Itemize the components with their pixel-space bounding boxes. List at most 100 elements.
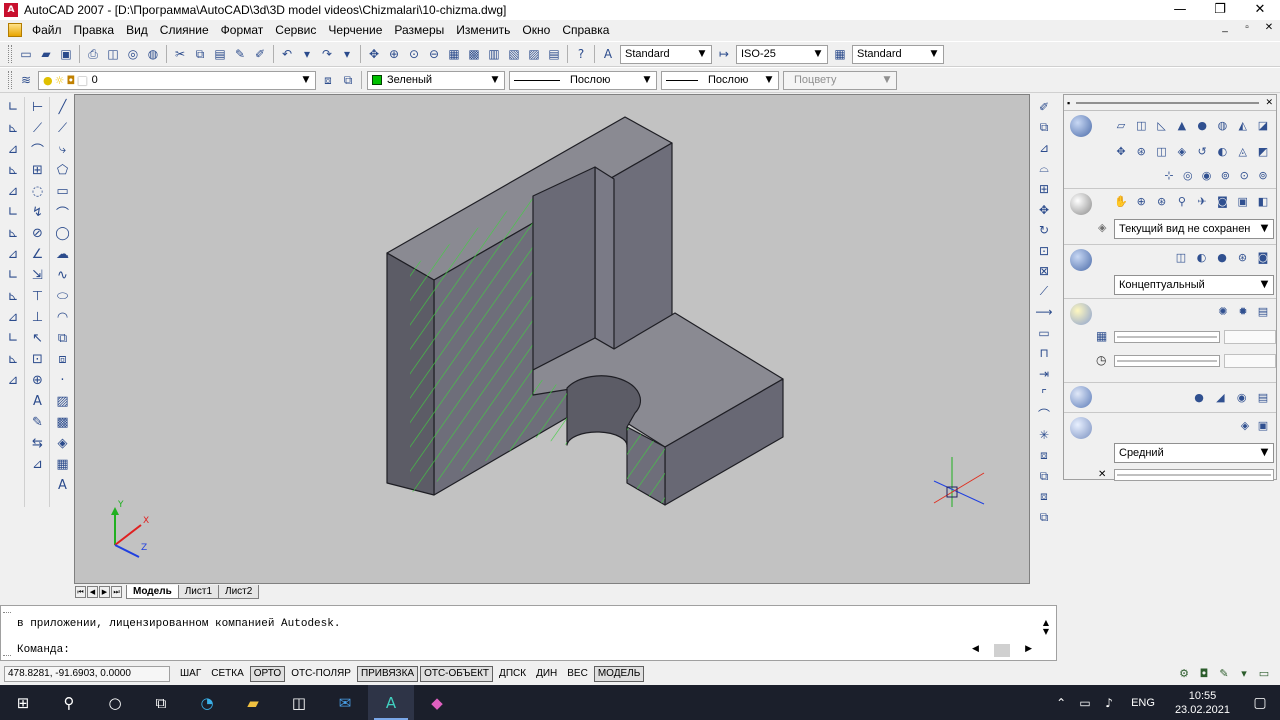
sphere-icon[interactable]: ● <box>1193 117 1211 135</box>
box-icon[interactable]: ▱ <box>1112 117 1130 135</box>
ucs-zaxis-icon[interactable]: ⊿ <box>2 244 24 265</box>
erase-icon[interactable]: ✐ <box>1033 97 1055 118</box>
center-mark-icon[interactable]: ⊕ <box>27 370 49 391</box>
construction-line-icon[interactable]: ⟋ <box>52 118 74 139</box>
section-plane-icon[interactable]: ⊹ <box>1160 167 1178 185</box>
3d-hidden-icon[interactable]: ◐ <box>1193 249 1211 267</box>
quick-leader-icon[interactable]: ↖ <box>27 328 49 349</box>
minimize-button[interactable]: — <box>1160 0 1200 20</box>
calculator-icon[interactable]: ▤ <box>544 44 564 64</box>
ucs-named-icon[interactable]: ⊿ <box>2 370 24 391</box>
cylinder-icon[interactable]: ◫ <box>1132 117 1150 135</box>
union-icon[interactable]: ◎ <box>1179 167 1197 185</box>
sweep-icon[interactable]: ↺ <box>1193 143 1211 161</box>
ucs-y-icon[interactable]: ⊿ <box>2 307 24 328</box>
revision-cloud-icon[interactable]: ☁ <box>52 244 74 265</box>
3d-zoom-icon[interactable]: ⊕ <box>1132 193 1150 211</box>
menu-window[interactable]: Окно <box>516 20 556 40</box>
time-slider[interactable] <box>1114 355 1220 367</box>
tab-layout2[interactable]: Лист2 <box>218 584 260 599</box>
status-toggle-0[interactable]: ШАГ <box>176 666 205 682</box>
communication-center-icon[interactable]: ⚙ <box>1176 666 1192 682</box>
bring-to-front-icon[interactable]: ⧈ <box>1033 446 1055 467</box>
layer-previous-icon[interactable]: ⧉ <box>338 70 358 90</box>
print-icon[interactable]: ⎙ <box>83 44 103 64</box>
file-explorer-icon[interactable]: ▰ <box>230 685 276 720</box>
ucs-origin-icon[interactable]: ⊾ <box>2 223 24 244</box>
status-menu-icon[interactable]: ▾ <box>1236 666 1252 682</box>
scroll-down-icon[interactable]: ▼ <box>1040 627 1052 636</box>
menu-edit[interactable]: Правка <box>68 20 121 40</box>
toolbar-lock-icon[interactable]: ◘ <box>1196 666 1212 682</box>
brightness-slider[interactable] <box>1114 331 1220 343</box>
block-editor-icon[interactable]: ✐ <box>250 44 270 64</box>
status-toggle-2[interactable]: ОРТО <box>249 666 286 682</box>
3d-rotate-icon[interactable]: ⊛ <box>1132 143 1150 161</box>
ucs-object-icon[interactable]: ⊿ <box>2 181 24 202</box>
toolbar-grip[interactable] <box>8 71 12 89</box>
light-list-icon[interactable]: ▤ <box>1254 303 1272 321</box>
trim-icon[interactable]: ⟋ <box>1033 282 1055 303</box>
polygon-icon[interactable]: ⬠ <box>52 160 74 181</box>
explode-icon[interactable]: ✳ <box>1033 425 1055 446</box>
menu-view[interactable]: Вид <box>120 20 154 40</box>
table-style-combo[interactable]: Standard ▼ <box>852 44 944 64</box>
solid-model[interactable] <box>386 116 784 506</box>
line-icon[interactable]: ╱ <box>52 97 74 118</box>
status-toggle-7[interactable]: ДИН <box>532 666 561 682</box>
match-properties-icon[interactable]: ✎ <box>230 44 250 64</box>
circle-icon[interactable]: ◯ <box>52 223 74 244</box>
revolve-icon[interactable]: ◐ <box>1213 143 1231 161</box>
new-icon[interactable]: ▭ <box>16 44 36 64</box>
command-grip[interactable] <box>3 612 11 656</box>
color-combo[interactable]: Зеленый ▼ <box>367 70 505 90</box>
mail-icon[interactable]: ✉ <box>322 685 368 720</box>
status-toggle-6[interactable]: ДПСК <box>495 666 530 682</box>
interfere-icon[interactable]: ⊙ <box>1235 167 1253 185</box>
point-icon[interactable]: · <box>52 370 74 391</box>
dim-style-combo[interactable]: ISO-25 ▼ <box>736 44 828 64</box>
spline-icon[interactable]: ∿ <box>52 265 74 286</box>
restore-button[interactable]: ❐ <box>1200 0 1240 20</box>
dim-jogged-icon[interactable]: ↯ <box>27 202 49 223</box>
ucs-world-icon[interactable]: ⊾ <box>2 118 24 139</box>
tool-palettes-icon[interactable]: ▥ <box>484 44 504 64</box>
attach-material-icon[interactable]: ◢ <box>1211 389 1229 407</box>
status-toggle-3[interactable]: ОТС-ПОЛЯР <box>287 666 355 682</box>
quick-dim-icon[interactable]: ⇲ <box>27 265 49 286</box>
dim-style-manager-icon[interactable]: ⊿ <box>27 454 49 475</box>
ucs-x-icon[interactable]: ⊾ <box>2 286 24 307</box>
stretch-icon[interactable]: ⊠ <box>1033 261 1055 282</box>
input-language[interactable]: ENG <box>1131 697 1155 709</box>
ucs-z-icon[interactable]: ∟ <box>2 328 24 349</box>
torus-icon[interactable]: ◍ <box>1213 117 1231 135</box>
undo-dropdown-icon[interactable]: ▾ <box>297 44 317 64</box>
system-clock[interactable]: 10:55 23.02.2021 <box>1175 689 1230 717</box>
break-icon[interactable]: ⊓ <box>1033 343 1055 364</box>
make-current-layer-icon[interactable]: ⧈ <box>318 70 338 90</box>
ucs-apply-icon[interactable]: ⊾ <box>2 349 24 370</box>
make-block-icon[interactable]: ⧈ <box>52 349 74 370</box>
dim-radius-icon[interactable]: ◌ <box>27 181 49 202</box>
open-icon[interactable]: ▰ <box>36 44 56 64</box>
tab-layout1[interactable]: Лист1 <box>177 584 220 599</box>
3d-model-view[interactable]: Y X Z <box>75 95 1031 585</box>
paint-icon[interactable]: ◆ <box>414 685 460 720</box>
pan-icon[interactable]: ✥ <box>364 44 384 64</box>
layer-combo[interactable]: ● ☼ ◘ ■ 0 ▼ <box>38 70 316 90</box>
loft-icon[interactable]: ◬ <box>1234 143 1252 161</box>
design-center-icon[interactable]: ▩ <box>464 44 484 64</box>
command-hscroll[interactable]: ◀ ▶ <box>972 644 1032 657</box>
last-tab-icon[interactable]: ⏭ <box>111 585 122 598</box>
dim-update-icon[interactable]: ⇆ <box>27 433 49 454</box>
sheet-set-icon[interactable]: ▧ <box>504 44 524 64</box>
saved-view-combo[interactable]: Текущий вид не сохранен ▼ <box>1114 219 1274 239</box>
intersect-icon[interactable]: ⊚ <box>1216 167 1234 185</box>
redo-dropdown-icon[interactable]: ▾ <box>337 44 357 64</box>
undo-icon[interactable]: ↶ <box>277 44 297 64</box>
multiline-text-icon[interactable]: A <box>52 475 74 496</box>
insert-block-icon[interactable]: ⧉ <box>52 328 74 349</box>
3d-dwf-icon[interactable]: ◍ <box>143 44 163 64</box>
offset-icon[interactable]: ⌓ <box>1033 159 1055 180</box>
search-icon[interactable]: ⚲ <box>46 685 92 720</box>
